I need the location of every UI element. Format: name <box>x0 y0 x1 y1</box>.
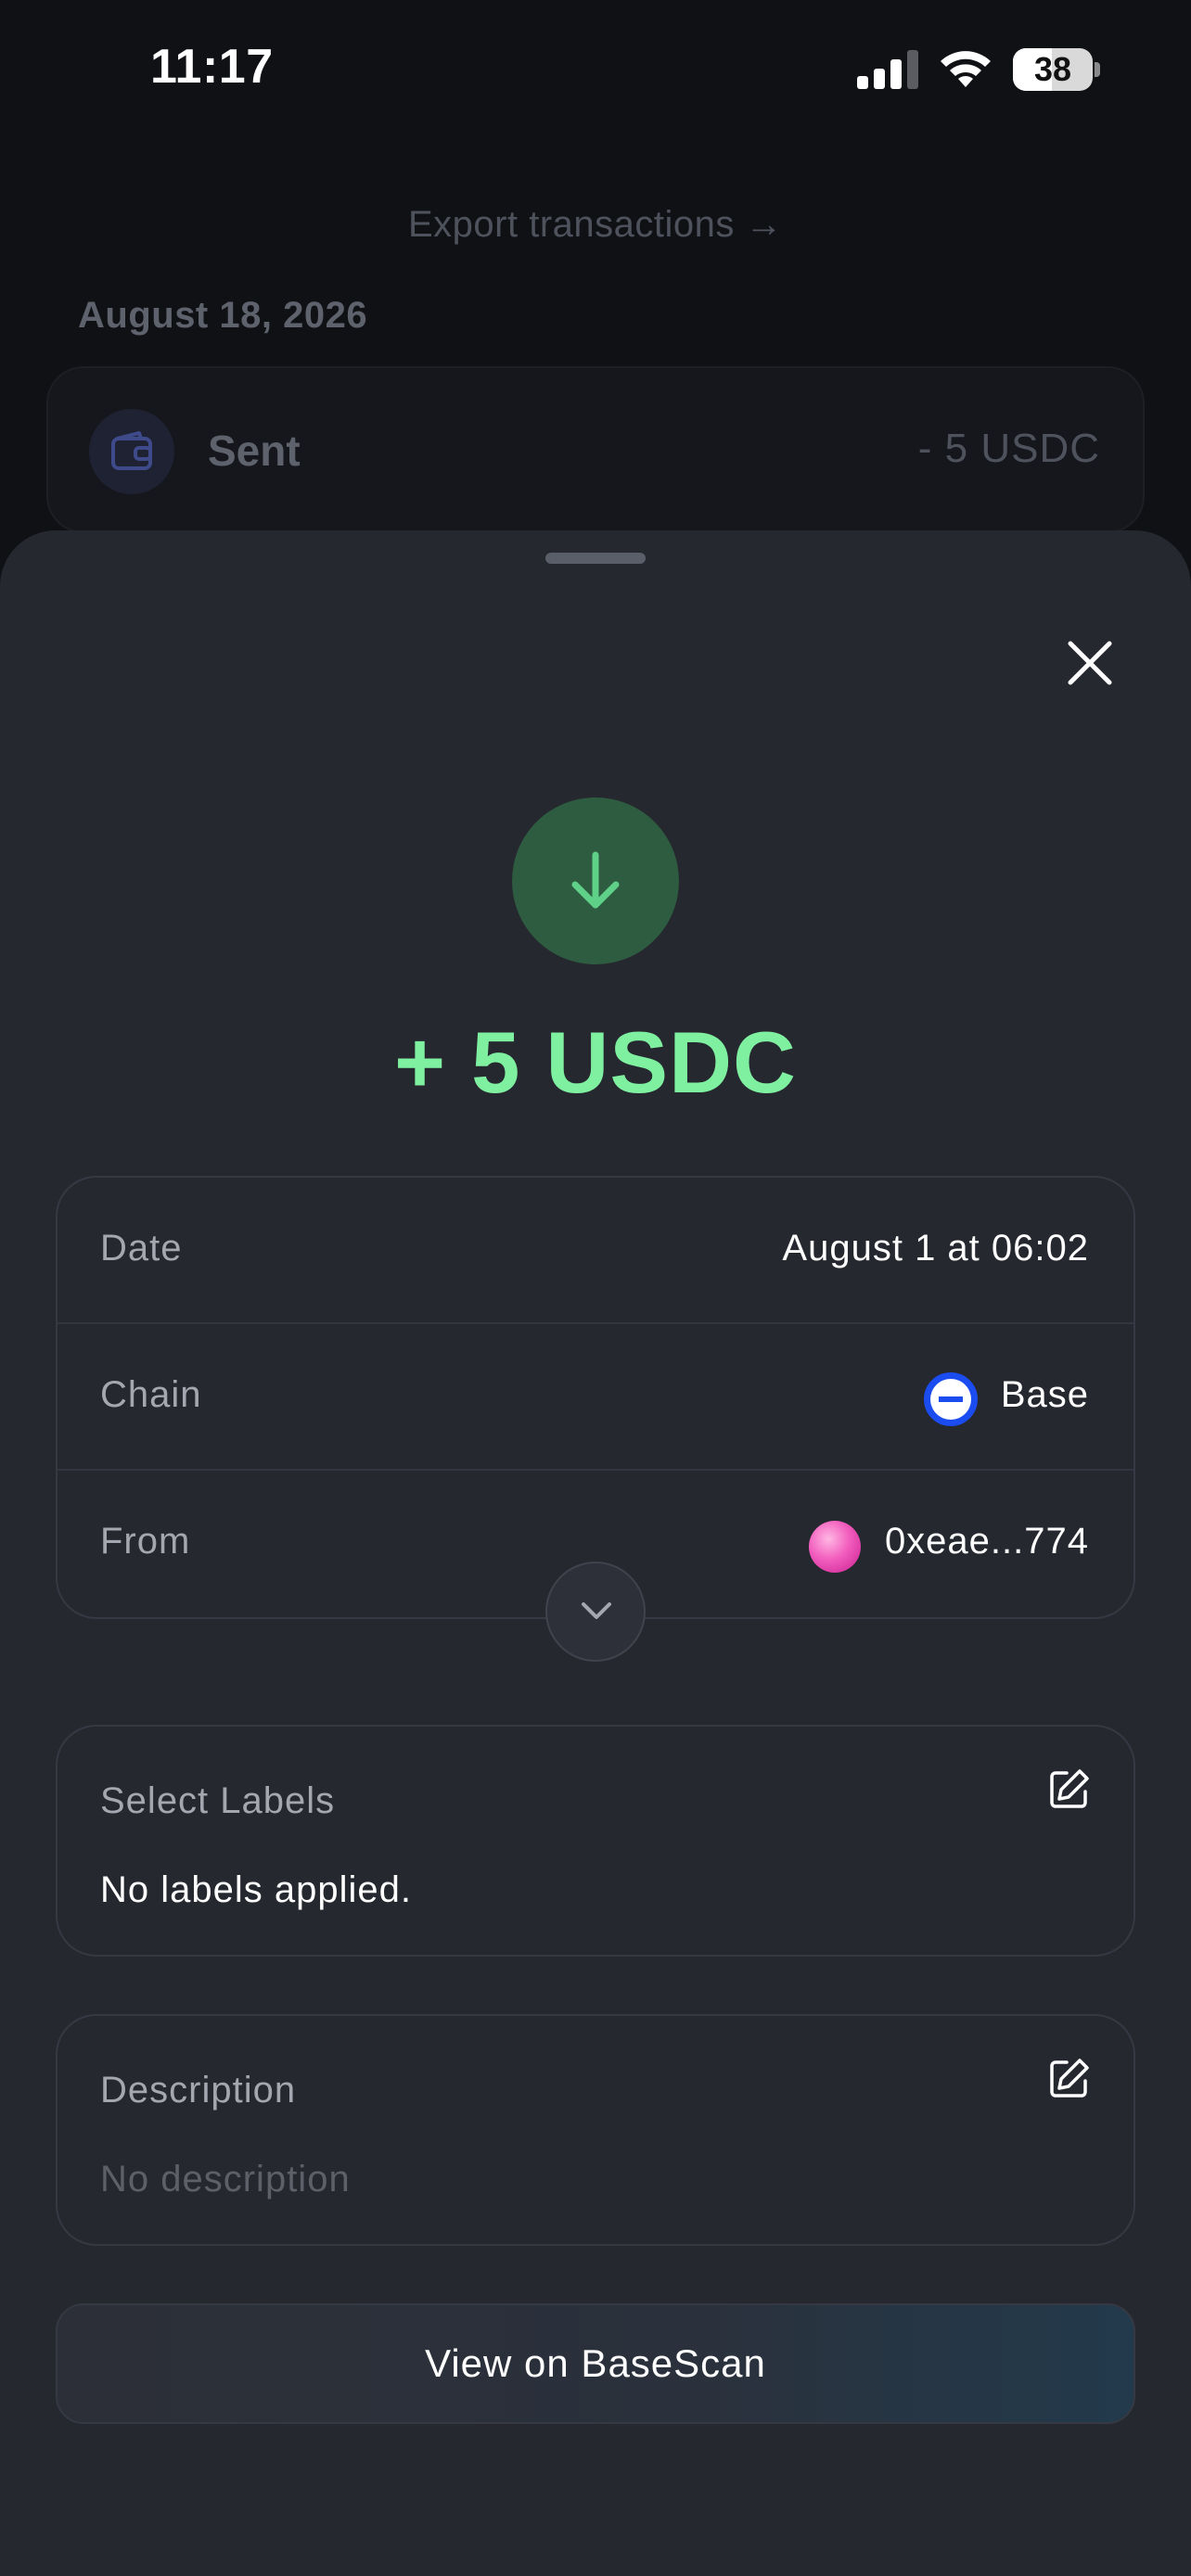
received-badge <box>512 797 679 964</box>
transaction-row[interactable]: Sent - 5 USDC <box>46 366 1145 533</box>
sheet-grabber[interactable] <box>545 553 646 564</box>
edit-labels-icon[interactable] <box>1046 1767 1091 1812</box>
wifi-icon <box>941 51 991 87</box>
cellular-signal-icon <box>857 50 918 89</box>
status-time: 11:17 <box>150 40 274 94</box>
description-title: Description <box>100 2070 297 2111</box>
base-logo-icon <box>924 1372 978 1426</box>
view-on-basescan-button[interactable]: View on BaseScan <box>56 2303 1135 2424</box>
transaction-list-background: Export transactions → August 18, 2026 Se… <box>0 139 1191 533</box>
transaction-amount-heading: + 5 USDC <box>394 1014 797 1111</box>
battery-level: 38 <box>1033 50 1072 88</box>
transaction-details-card: Date August 1 at 06:02 Chain Base From 0… <box>56 1176 1135 1619</box>
close-icon[interactable] <box>1061 634 1119 692</box>
date-label: Date <box>100 1228 183 1269</box>
status-bar: 11:17 38 <box>0 0 1191 139</box>
description-body: No description <box>100 2159 351 2200</box>
wallet-icon <box>89 409 174 494</box>
chain-value: Base <box>1000 1374 1089 1415</box>
transaction-detail-sheet: + 5 USDC Date August 1 at 06:02 Chain Ba… <box>0 530 1191 2576</box>
labels-body: No labels applied. <box>100 1869 412 1910</box>
chevron-down-icon <box>582 1602 611 1619</box>
expand-details-button[interactable] <box>545 1562 646 1662</box>
battery-icon: 38 <box>1013 48 1102 91</box>
export-transactions-link[interactable]: Export transactions → <box>0 204 1191 246</box>
date-value: August 1 at 06:02 <box>782 1228 1089 1269</box>
view-on-basescan-label: View on BaseScan <box>425 2341 766 2385</box>
labels-title: Select Labels <box>100 1780 336 1821</box>
edit-description-icon[interactable] <box>1046 2057 1091 2101</box>
transaction-label: Sent <box>208 427 301 475</box>
transaction-amount: - 5 USDC <box>917 426 1100 471</box>
date-section-header: August 18, 2026 <box>78 295 368 336</box>
arrow-down-icon <box>571 851 620 909</box>
wallet-avatar <box>809 1521 861 1573</box>
detail-row-chain: Chain Base <box>58 1324 1133 1471</box>
chain-label: Chain <box>100 1374 202 1415</box>
from-label: From <box>100 1521 191 1562</box>
detail-row-date: Date August 1 at 06:02 <box>58 1178 1133 1324</box>
labels-card[interactable]: Select Labels No labels applied. <box>56 1725 1135 1957</box>
description-card[interactable]: Description No description <box>56 2014 1135 2246</box>
from-address[interactable]: 0xeae...774 <box>885 1521 1089 1562</box>
